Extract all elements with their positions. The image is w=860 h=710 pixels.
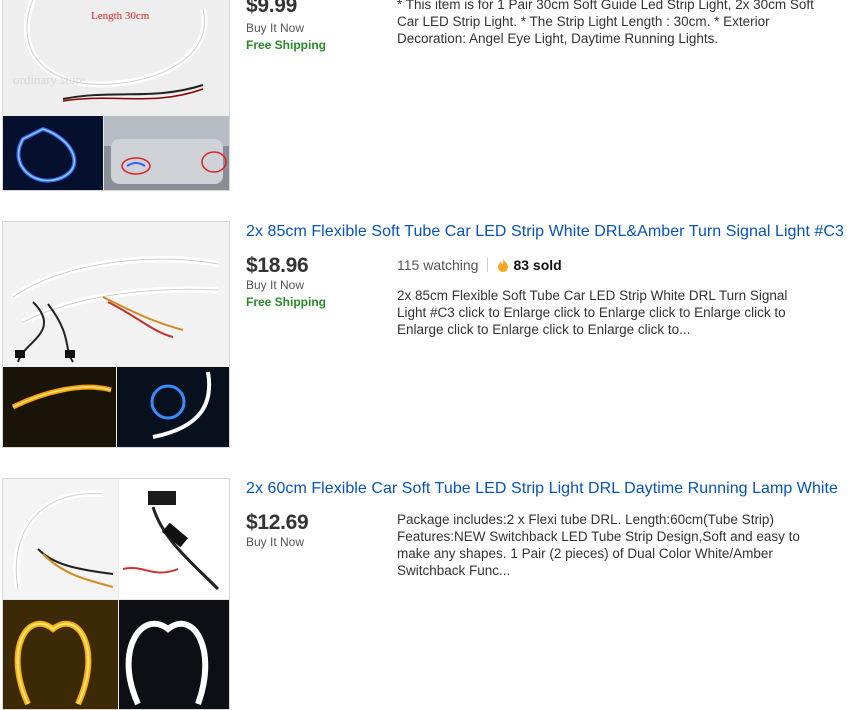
listing-3-title-link[interactable]: 2x 60cm Flexible Car Soft Tube LED Strip… [246, 480, 838, 498]
listing-3-buy-it-now: Buy It Now [246, 535, 305, 549]
listing-item-3: 2x 60cm Flexible Car Soft Tube LED Strip… [0, 0, 860, 710]
listing-3-price: $12.69 [246, 511, 309, 534]
listing-3-description: Package includes:2 x Flexi tube DRL. Len… [397, 512, 800, 578]
listing-3-thumbnail[interactable] [2, 478, 230, 710]
